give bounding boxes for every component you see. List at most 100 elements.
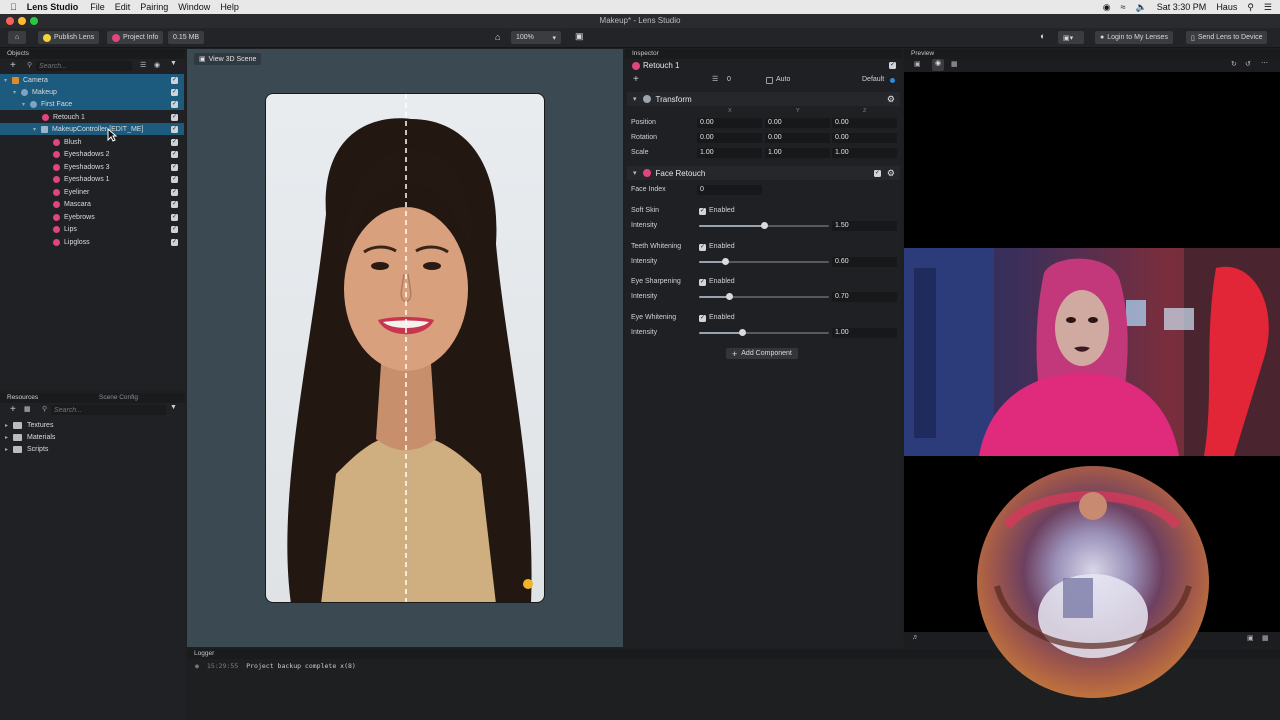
- tree-item-lips[interactable]: Lips ✓: [0, 223, 184, 235]
- crop-icon[interactable]: ▣: [575, 31, 584, 42]
- user-name[interactable]: Haus: [1216, 2, 1237, 12]
- project-info-button[interactable]: Project Info: [107, 31, 164, 44]
- visibility-checkbox[interactable]: ✓: [171, 200, 178, 208]
- layer-value[interactable]: 0: [727, 76, 731, 83]
- eye-sharpening-intensity-field[interactable]: 0.70: [832, 292, 897, 302]
- visibility-checkbox[interactable]: ✓: [171, 225, 178, 233]
- visibility-checkbox[interactable]: ✓: [171, 213, 178, 221]
- apple-icon[interactable]: : [10, 2, 17, 12]
- component-enabled-checkbox[interactable]: ✓: [873, 169, 881, 177]
- visibility-checkbox[interactable]: ✓: [171, 138, 178, 146]
- login-button[interactable]: ● Login to My Lenses: [1095, 31, 1173, 44]
- tab-resources[interactable]: Resources: [7, 394, 38, 401]
- tree-item-eyebrows[interactable]: Eyebrows ✓: [0, 211, 184, 223]
- soft-skin-enabled-checkbox[interactable]: ✓: [699, 208, 706, 215]
- view-3d-scene-button[interactable]: ▣ View 3D Scene: [194, 53, 262, 65]
- preview-camera-icon[interactable]: ◉: [932, 59, 944, 71]
- eye-icon[interactable]: ◉: [154, 61, 160, 69]
- folder-materials[interactable]: ▸ Materials: [0, 431, 184, 443]
- reset-icon[interactable]: ↺: [1245, 60, 1251, 68]
- chevron-down-icon[interactable]: ▾: [633, 95, 637, 103]
- eye-whitening-intensity-slider[interactable]: [699, 328, 829, 338]
- teeth-whitening-intensity-slider[interactable]: [699, 257, 829, 267]
- default-label[interactable]: Default: [862, 76, 884, 83]
- add-component-button[interactable]: + Add Component: [726, 348, 798, 359]
- visibility-checkbox[interactable]: ✓: [171, 175, 178, 183]
- visibility-checkbox[interactable]: ✓: [171, 88, 178, 96]
- tree-item-eyeshadows-3[interactable]: Eyeshadows 3 ✓: [0, 161, 184, 173]
- slider-thumb[interactable]: [739, 329, 746, 336]
- soft-skin-intensity-field[interactable]: 1.50: [832, 221, 897, 231]
- scale-y-field[interactable]: 1.00: [765, 148, 830, 158]
- app-name[interactable]: Lens Studio: [27, 2, 79, 12]
- log-entry[interactable]: ● 15:29:55 Project backup complete x(8): [195, 662, 356, 670]
- more-icon[interactable]: ⋯: [1261, 59, 1268, 67]
- device-dropdown[interactable]: ▣▾: [1058, 31, 1084, 44]
- chevron-down-icon[interactable]: ▾: [633, 169, 637, 177]
- speaker-icon[interactable]: ♬: [912, 634, 919, 641]
- visibility-checkbox[interactable]: ✓: [171, 113, 178, 121]
- objects-search-input[interactable]: [36, 61, 132, 71]
- eye-whitening-intensity-field[interactable]: 1.00: [832, 328, 897, 338]
- rotation-x-field[interactable]: 0.00: [697, 133, 762, 143]
- gear-icon[interactable]: ⚙: [887, 94, 895, 105]
- preview-grid-icon[interactable]: ▦: [951, 60, 958, 68]
- folder-scripts[interactable]: ▸ Scripts: [0, 443, 184, 455]
- filter-icon[interactable]: ▼: [170, 60, 177, 67]
- theme-toggle-icon[interactable]: ◐: [1040, 31, 1045, 41]
- teeth-whitening-enabled-checkbox[interactable]: ✓: [699, 244, 706, 251]
- tree-item-blush[interactable]: Blush ✓: [0, 136, 184, 148]
- clock[interactable]: Sat 3:30 PM: [1157, 2, 1207, 12]
- visibility-checkbox[interactable]: ✓: [171, 238, 178, 246]
- rotation-y-field[interactable]: 0.00: [765, 133, 830, 143]
- tree-item-makeup-controller[interactable]: ▾ MakeupController [EDIT_ME] ✓: [0, 123, 184, 135]
- import-icon[interactable]: ▦: [24, 405, 31, 413]
- slider-thumb[interactable]: [761, 222, 768, 229]
- search-icon[interactable]: ⚲: [1247, 2, 1254, 13]
- add-resource-icon[interactable]: +: [10, 404, 16, 415]
- visibility-checkbox[interactable]: ✓: [171, 163, 178, 171]
- gear-icon[interactable]: ⚙: [887, 168, 895, 179]
- position-z-field[interactable]: 0.00: [832, 118, 897, 128]
- position-y-field[interactable]: 0.00: [765, 118, 830, 128]
- chevron-right-icon[interactable]: ▸: [5, 434, 13, 441]
- add-icon[interactable]: +: [633, 74, 639, 85]
- chevron-down-icon[interactable]: ▾: [13, 89, 21, 96]
- menu-pairing[interactable]: Pairing: [140, 2, 168, 12]
- record-icon[interactable]: ◉: [1103, 2, 1111, 13]
- add-object-icon[interactable]: +: [10, 60, 16, 71]
- tree-item-retouch[interactable]: Retouch 1 ✓: [0, 111, 184, 123]
- chevron-down-icon[interactable]: ▾: [4, 77, 12, 84]
- scale-z-field[interactable]: 1.00: [832, 148, 897, 158]
- position-x-field[interactable]: 0.00: [697, 118, 762, 128]
- soft-skin-intensity-slider[interactable]: [699, 221, 829, 231]
- zoom-dropdown[interactable]: 100% ▾: [511, 31, 561, 44]
- auto-checkbox[interactable]: [766, 77, 773, 84]
- filter-icon[interactable]: ▼: [170, 404, 177, 411]
- eye-whitening-enabled-checkbox[interactable]: ✓: [699, 315, 706, 322]
- screenshot-icon[interactable]: ▦: [1262, 634, 1269, 642]
- slider-thumb[interactable]: [722, 258, 729, 265]
- enabled-checkbox[interactable]: ✓: [889, 62, 896, 69]
- teeth-whitening-intensity-field[interactable]: 0.60: [832, 257, 897, 267]
- tree-item-makeup[interactable]: ▾ Makeup ✓: [0, 86, 184, 98]
- tree-item-lipgloss[interactable]: Lipgloss ✓: [0, 236, 184, 248]
- home-button[interactable]: ⌂: [8, 31, 26, 44]
- publish-lens-button[interactable]: Publish Lens: [38, 31, 100, 44]
- tree-item-eyeliner[interactable]: Eyeliner ✓: [0, 186, 184, 198]
- list-icon[interactable]: ☰: [140, 61, 146, 69]
- visibility-checkbox[interactable]: ✓: [171, 188, 178, 196]
- tab-scene-config[interactable]: Scene Config: [99, 394, 138, 401]
- tree-item-camera[interactable]: ▾ Camera ✓: [0, 74, 184, 86]
- tree-item-eyeshadows-2[interactable]: Eyeshadows 2 ✓: [0, 148, 184, 160]
- visibility-checkbox[interactable]: ✓: [171, 150, 178, 158]
- visibility-checkbox[interactable]: ✓: [171, 100, 178, 108]
- menu-list-icon[interactable]: ☰: [1264, 2, 1272, 13]
- refresh-icon[interactable]: ↻: [1231, 60, 1237, 68]
- face-retouch-header[interactable]: ▾ Face Retouch ✓ ⚙: [627, 166, 900, 180]
- visibility-checkbox[interactable]: ✓: [171, 125, 178, 133]
- resources-search-input[interactable]: [51, 405, 166, 415]
- tree-item-eyeshadows-1[interactable]: Eyeshadows 1 ✓: [0, 173, 184, 185]
- chevron-right-icon[interactable]: ▸: [5, 446, 13, 453]
- menu-file[interactable]: File: [90, 2, 105, 12]
